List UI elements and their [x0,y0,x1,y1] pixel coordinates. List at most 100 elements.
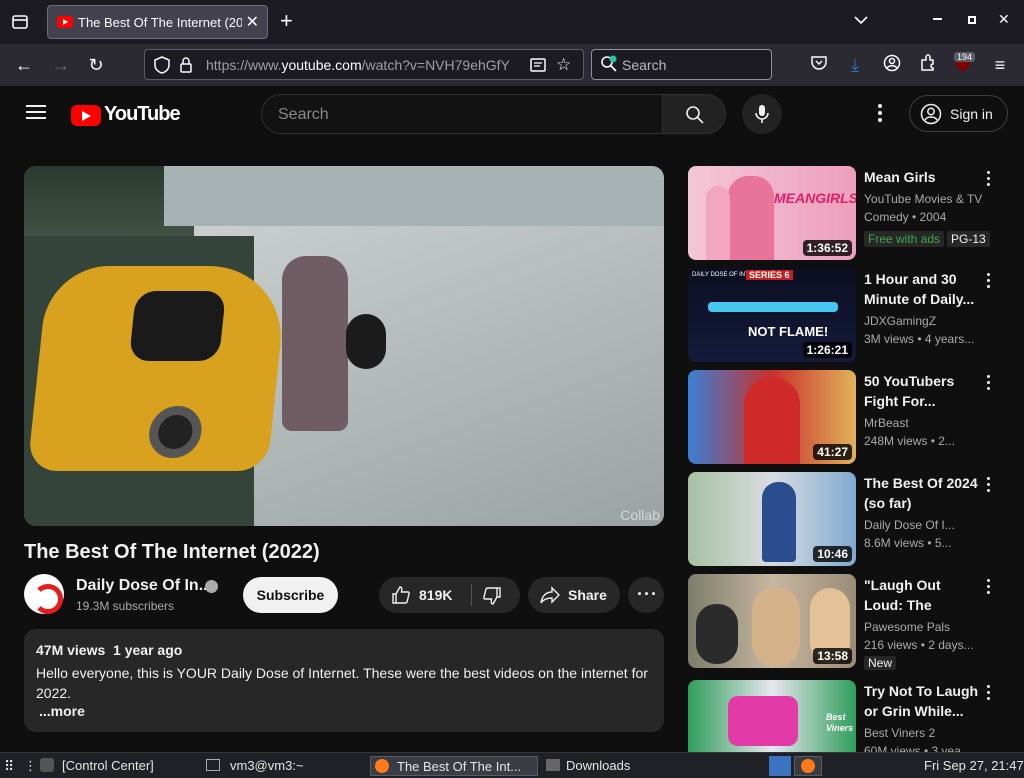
thumb-dog [696,604,738,664]
workspace-1[interactable] [769,756,791,776]
view-stats: 47M views 1 year ago [36,642,182,658]
recommendation-title[interactable]: Mean Girls [864,167,982,187]
close-window-icon[interactable]: ✕ [998,11,1010,28]
extensions-icon[interactable] [917,54,939,76]
guide-menu-icon[interactable] [26,105,46,119]
youtube-page: YouTube Search Sign in Collab The Best O… [0,86,1024,752]
recommendation-channel[interactable]: Pawesome Pals [864,620,992,634]
recommendation-thumbnail[interactable]: MEANGIRLS 1:36:52 [688,166,856,260]
browser-nav-bar: ← → ↻ https://www.youtube.com/watch?v=NV… [0,44,1024,86]
recommendation-title[interactable]: The Best Of 2024 (so far) [864,473,982,513]
recommendation-title[interactable]: "Laugh Out Loud: The Funniest 🐵... [864,575,982,615]
browser-tab-active[interactable]: The Best Of The Internet (2022) - YouTub… [47,5,268,39]
thumb-figure [706,186,730,260]
subscribe-button[interactable]: Subscribe [243,577,338,613]
control-center-icon [40,758,54,772]
recommendation-item[interactable]: DAILY DOSE OF INTERNET SERIES 6 NOT FLAM… [688,268,1008,362]
voice-search-button[interactable] [742,94,782,134]
more-vertical-icon[interactable] [984,375,992,393]
recommendation-thumbnail[interactable]: DAILY DOSE OF INTERNET SERIES 6 NOT FLAM… [688,268,856,362]
recommendation-title[interactable]: 50 YouTubers Fight For... [864,371,982,411]
more-vertical-icon[interactable] [984,171,992,189]
sign-in-label: Sign in [950,106,993,122]
reload-icon[interactable]: ↻ [85,54,107,76]
dislike-button[interactable] [472,577,520,613]
channel-avatar[interactable] [24,574,64,614]
close-tab-icon[interactable]: ✕ [246,12,259,32]
thumb-cat [752,588,800,666]
maximize-icon[interactable] [968,16,976,24]
recommendation-thumbnail[interactable]: 13:58 [688,574,856,668]
forward-icon[interactable]: → [50,54,72,76]
like-dislike-group: 819K [379,577,520,613]
recommendation-item[interactable]: 13:58 "Laugh Out Loud: The Funniest 🐵...… [688,574,1008,670]
video-player[interactable]: Collab [24,166,664,526]
share-button[interactable]: Share [528,577,620,613]
downloads-icon[interactable]: ⤓ [844,54,866,76]
more-vertical-icon[interactable] [984,579,992,597]
video-duration: 1:36:52 [802,240,852,256]
subscriber-count: 19.3M subscribers [76,599,175,613]
new-tab-icon[interactable]: + [280,8,293,34]
recommendation-thumbnail[interactable]: 41:27 [688,370,856,464]
scene-yellow-car [27,266,289,471]
search-engine-icon[interactable] [600,55,618,78]
firefox-icon [801,759,815,773]
video-duration: 1:26:21 [802,342,852,358]
recommendation-item[interactable]: 41:27 50 YouTubers Fight For... MrBeast … [688,370,1008,464]
back-icon[interactable]: ← [13,54,35,76]
list-all-tabs-icon[interactable] [854,12,868,28]
youtube-search-button[interactable] [662,94,726,134]
workspace-2[interactable] [794,756,822,776]
terminal-task[interactable]: vm3@vm3:~ [206,756,304,776]
downloads-task[interactable]: Downloads [546,756,630,776]
recommendation-item[interactable]: 10:46 The Best Of 2024 (so far) Daily Do… [688,472,1008,566]
recommendation-title[interactable]: 1 Hour and 30 Minute of Daily... [864,269,982,309]
like-button[interactable]: 819K [379,577,471,613]
recommendation-title[interactable]: Try Not To Laugh or Grin While... [864,681,982,721]
url-bar[interactable]: https://www.youtube.com/watch?v=NVH79ehG… [144,49,584,80]
rating-badge: PG-13 [947,231,990,247]
reader-view-icon[interactable] [530,57,546,78]
shield-icon[interactable] [154,56,170,79]
app-grid-icon[interactable]: ⠿ [4,756,14,776]
more-actions-button[interactable]: ··· [628,577,664,613]
upload-age: 1 year ago [113,642,183,658]
description-box[interactable]: 47M views 1 year ago Hello everyone, thi… [24,629,664,732]
minimize-icon[interactable] [933,18,942,20]
settings-more-icon[interactable] [876,104,884,124]
recommendation-meta: 248M views • 2... [864,434,955,448]
account-icon[interactable] [881,54,903,76]
tab-list-icon[interactable] [8,10,32,34]
recommendation-channel[interactable]: Daily Dose Of I... [864,518,992,532]
thumb-figure [744,378,800,464]
channel-name[interactable]: Daily Dose Of In... [76,577,212,595]
pocket-icon[interactable] [808,54,830,76]
new-badge: New [864,656,897,670]
thumb-series-text: SERIES 6 [746,270,793,280]
recommendation-channel[interactable]: MrBeast [864,416,992,430]
sign-in-button[interactable]: Sign in [909,95,1008,132]
more-vertical-icon[interactable] [984,685,992,703]
control-center-task[interactable]: [Control Center] [40,756,154,776]
recommendation-item[interactable]: Best Viners Try Not To Laugh or Grin Whi… [688,680,1008,752]
browser-search-bar[interactable]: Search [591,49,772,80]
more-vertical-icon[interactable] [984,477,992,495]
recommendation-channel[interactable]: JDXGamingZ [864,314,992,328]
youtube-search-input[interactable]: Search [261,94,663,134]
recommendation-thumbnail[interactable]: 10:46 [688,472,856,566]
firefox-task[interactable]: The Best Of The Int... [370,756,538,776]
recommendation-item[interactable]: MEANGIRLS 1:36:52 Mean Girls YouTube Mov… [688,166,1008,260]
more-vertical-icon[interactable] [984,273,992,291]
recommendation-channel[interactable]: Best Viners 2 [864,726,992,740]
menu-icon[interactable]: ≡ [989,54,1011,76]
url-text[interactable]: https://www.youtube.com/watch?v=NVH79ehG… [206,57,526,73]
bookmark-star-icon[interactable]: ☆ [556,55,571,75]
firefox-task-label: The Best Of The Int... [397,759,522,774]
tab-title: The Best Of The Internet (2022) - YouTub… [78,15,242,30]
lock-icon[interactable] [179,56,193,79]
recommendation-thumbnail[interactable]: Best Viners [688,680,856,752]
recommendation-channel[interactable]: YouTube Movies & TV [864,192,992,206]
show-more-link[interactable]: ...more [39,703,85,719]
video-duration: 10:46 [813,546,852,562]
